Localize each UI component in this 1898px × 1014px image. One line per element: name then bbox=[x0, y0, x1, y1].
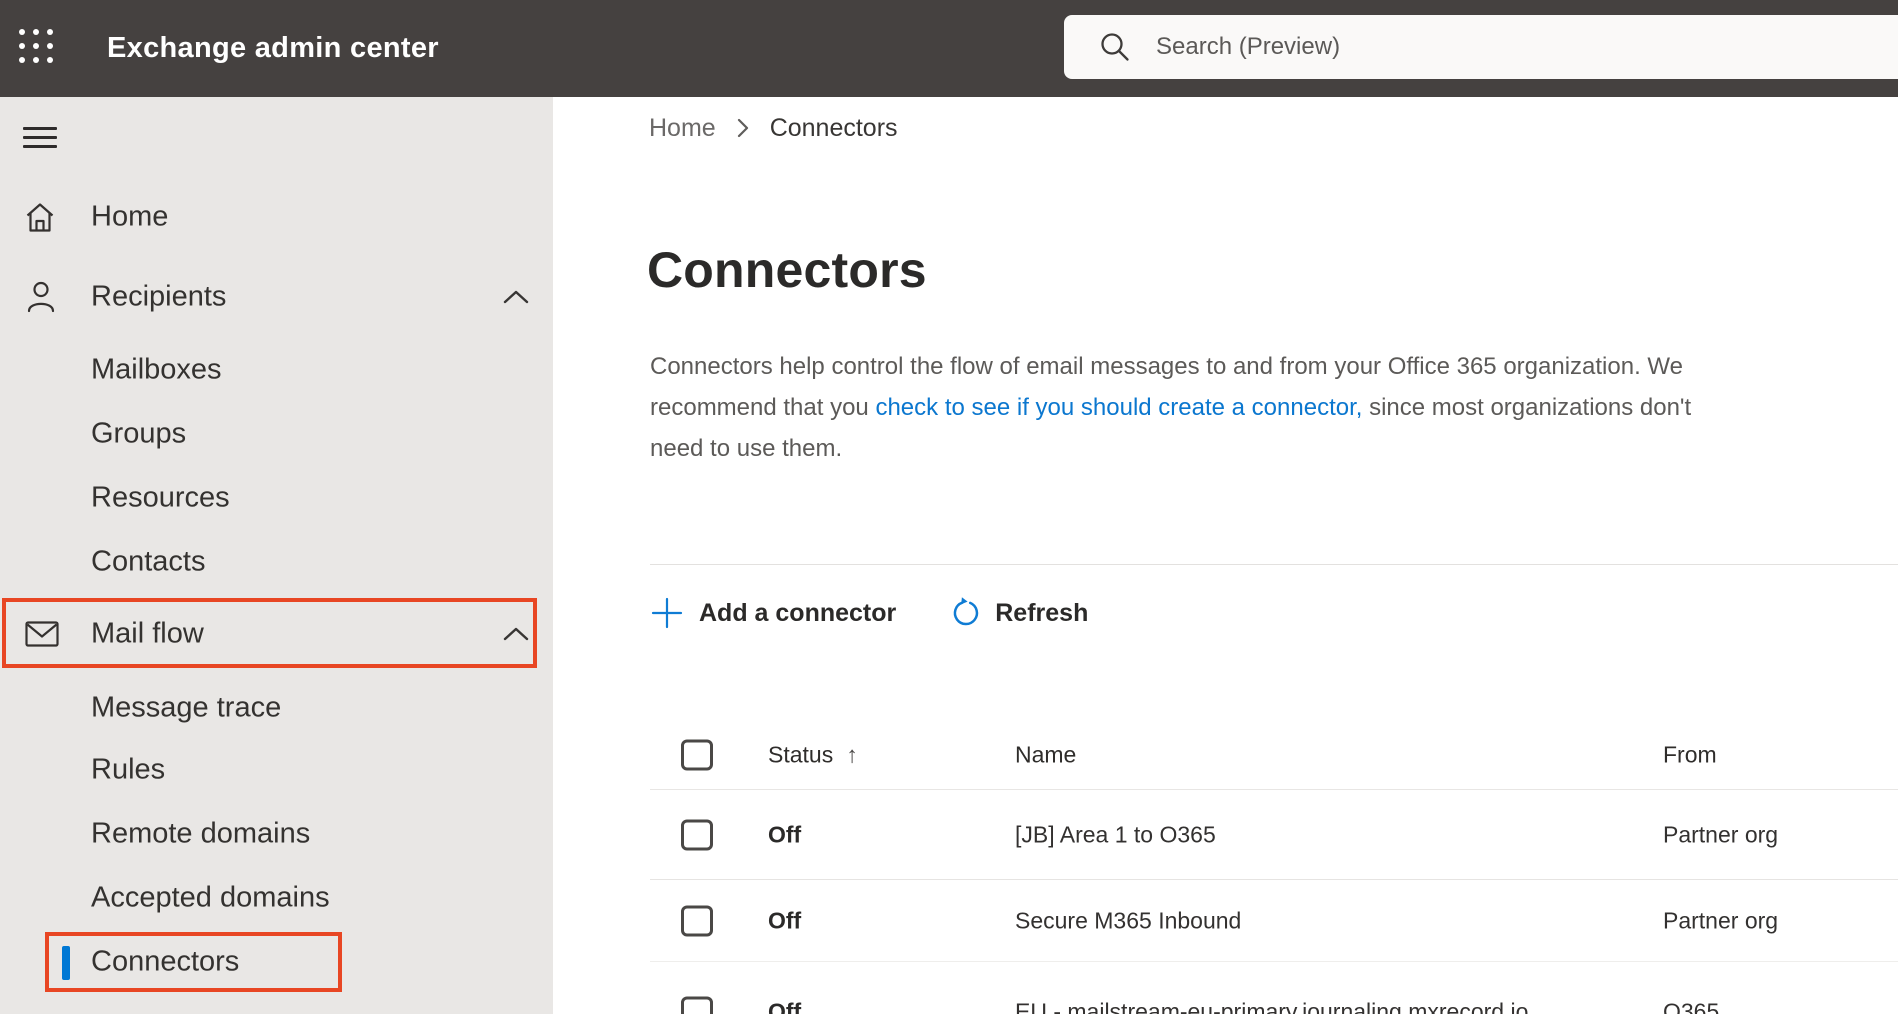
search-input[interactable] bbox=[1154, 32, 1798, 62]
sort-ascending-icon: ↑ bbox=[846, 741, 858, 767]
add-connector-button[interactable]: Add a connector bbox=[650, 596, 896, 630]
main-content: Home Connectors Connectors Connectors he… bbox=[553, 97, 1898, 1014]
chevron-right-icon bbox=[736, 116, 750, 140]
sidebar-item-recipients[interactable]: Recipients bbox=[0, 265, 553, 329]
sidebar-item-label: Groups bbox=[91, 417, 187, 450]
magnifier-icon bbox=[1098, 30, 1132, 64]
add-connector-label: Add a connector bbox=[699, 598, 897, 627]
sidebar-item-label: Recipients bbox=[91, 280, 227, 313]
description-line-2-post: since most organizations don't bbox=[1362, 394, 1692, 421]
cell-name[interactable]: [JB] Area 1 to O365 bbox=[1015, 821, 1216, 848]
sidebar-item-rules[interactable]: Rules bbox=[0, 738, 553, 802]
column-header-label: Status bbox=[768, 741, 834, 767]
sidebar-item-home[interactable]: Home bbox=[0, 185, 553, 249]
cell-name[interactable]: Secure M365 Inbound bbox=[1015, 907, 1241, 934]
chevron-up-icon[interactable] bbox=[503, 289, 529, 305]
waffle-grid bbox=[17, 27, 61, 65]
cell-from: Partner org bbox=[1663, 907, 1779, 933]
exchange-admin-center-window: Exchange admin center Home bbox=[0, 0, 1898, 1014]
sidebar-item-label: Remote domains bbox=[91, 817, 311, 850]
refresh-label: Refresh bbox=[995, 598, 1089, 627]
sidebar-item-label: Contacts bbox=[91, 545, 206, 578]
sidebar-item-contacts[interactable]: Contacts bbox=[0, 530, 553, 594]
sidebar-item-label: Mailboxes bbox=[91, 353, 222, 386]
table-row[interactable]: Off Secure M365 Inbound Partner org bbox=[553, 881, 1898, 960]
table-header-row: Status ↑ Name From bbox=[553, 720, 1898, 789]
cell-status: Off bbox=[768, 998, 802, 1014]
breadcrumb: Home Connectors bbox=[649, 111, 898, 145]
table-row[interactable]: Off [JB] Area 1 to O365 Partner org bbox=[553, 790, 1898, 879]
refresh-button[interactable]: Refresh bbox=[950, 597, 1088, 629]
column-header-status[interactable]: Status ↑ bbox=[768, 741, 858, 768]
person-icon bbox=[24, 279, 58, 315]
sidebar-item-label: Home bbox=[91, 200, 169, 233]
description-line-1: Connectors help control the flow of emai… bbox=[650, 353, 1683, 380]
sidebar-nav: Home Recipients Mailboxes Groups Resourc… bbox=[0, 97, 553, 1014]
page-title: Connectors bbox=[647, 242, 927, 298]
sidebar-item-label: Accepted domains bbox=[91, 881, 330, 914]
mail-icon bbox=[24, 619, 60, 649]
selected-item-indicator bbox=[62, 946, 70, 980]
cell-status: Off bbox=[768, 821, 802, 847]
description-line-2-pre: recommend that you bbox=[650, 394, 876, 421]
sidebar-item-remote-domains[interactable]: Remote domains bbox=[0, 802, 553, 866]
breadcrumb-home-link[interactable]: Home bbox=[649, 114, 716, 143]
sidebar-item-mail-flow[interactable]: Mail flow bbox=[0, 602, 553, 666]
sidebar-item-label: Connectors bbox=[91, 945, 240, 978]
row-checkbox[interactable] bbox=[681, 996, 713, 1014]
breadcrumb-current: Connectors bbox=[769, 113, 898, 142]
hamburger-icon[interactable] bbox=[23, 127, 57, 154]
search-box[interactable] bbox=[1064, 15, 1898, 79]
chevron-up-icon[interactable] bbox=[503, 626, 529, 642]
description-line-3: need to use them. bbox=[650, 435, 843, 462]
page-description: Connectors help control the flow of emai… bbox=[650, 346, 1691, 469]
select-all-checkbox[interactable] bbox=[681, 739, 713, 770]
create-connector-link[interactable]: check to see if you should create a conn… bbox=[875, 394, 1362, 421]
cell-name[interactable]: EU - mailstream-eu-primary.journaling.mx… bbox=[1015, 999, 1528, 1014]
app-title: Exchange admin center bbox=[107, 32, 439, 64]
table-divider bbox=[650, 879, 1898, 880]
refresh-icon bbox=[953, 597, 979, 626]
app-launcher-icon[interactable] bbox=[17, 27, 61, 71]
sidebar-item-message-trace[interactable]: Message trace bbox=[0, 676, 553, 740]
toolbar: Add a connector Refresh bbox=[650, 586, 1088, 640]
home-icon bbox=[24, 200, 56, 234]
table-row[interactable]: Off EU - mailstream-eu-primary.journalin… bbox=[553, 962, 1898, 1014]
toolbar-top-divider bbox=[650, 564, 1898, 565]
sidebar-item-mailboxes[interactable]: Mailboxes bbox=[0, 338, 553, 402]
row-checkbox[interactable] bbox=[681, 905, 713, 936]
sidebar-item-resources[interactable]: Resources bbox=[0, 466, 553, 530]
column-header-name[interactable]: Name bbox=[1015, 741, 1076, 768]
sidebar-item-connectors[interactable]: Connectors bbox=[0, 930, 553, 994]
sidebar-item-groups[interactable]: Groups bbox=[0, 402, 553, 466]
plus-icon bbox=[651, 597, 683, 629]
row-checkbox[interactable] bbox=[681, 819, 713, 850]
cell-from: O365 bbox=[1663, 998, 1720, 1014]
sidebar-item-label: Rules bbox=[91, 753, 166, 786]
sidebar-item-label: Message trace bbox=[91, 691, 282, 724]
top-bar: Exchange admin center bbox=[0, 0, 1898, 97]
cell-from: Partner org bbox=[1663, 821, 1779, 847]
cell-status: Off bbox=[768, 907, 802, 933]
sidebar-item-label: Mail flow bbox=[91, 617, 204, 650]
sidebar-item-label: Resources bbox=[91, 481, 230, 514]
column-header-from[interactable]: From bbox=[1663, 741, 1717, 768]
sidebar-item-accepted-domains[interactable]: Accepted domains bbox=[0, 866, 553, 930]
